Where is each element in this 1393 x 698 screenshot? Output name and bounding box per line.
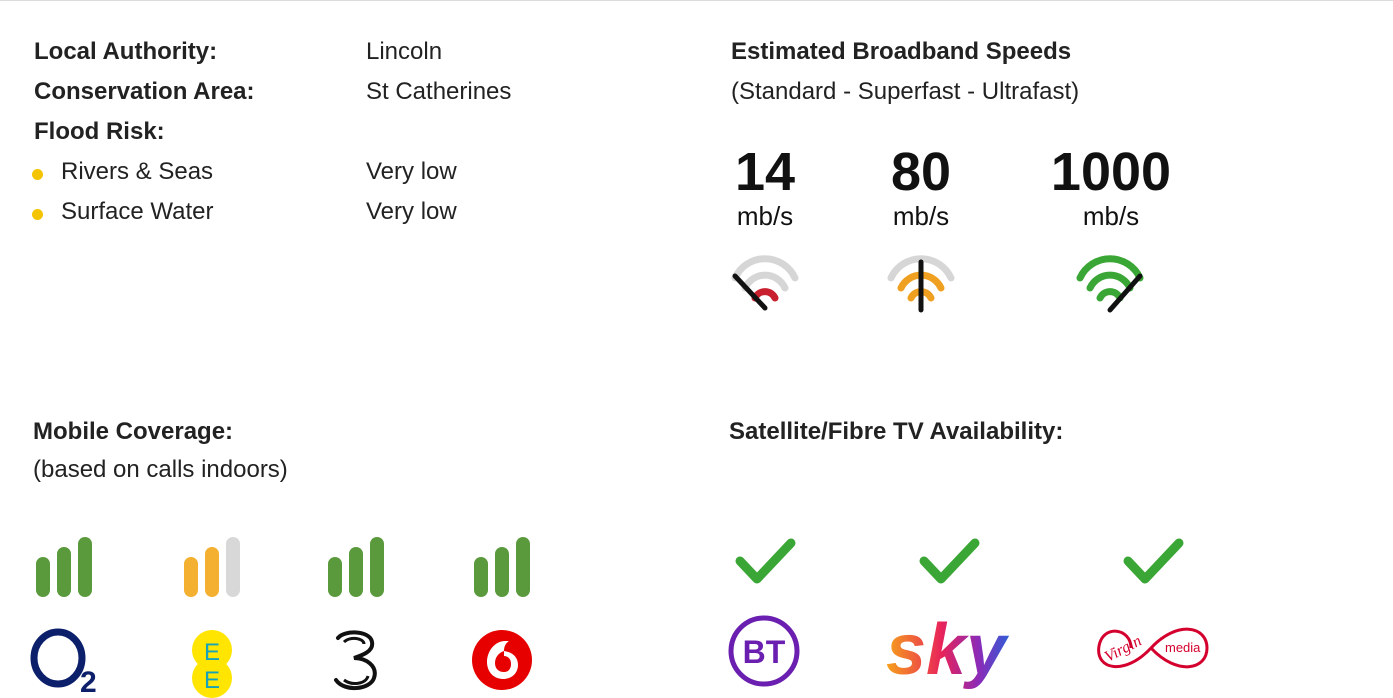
signal-bars-icon bbox=[328, 537, 384, 597]
local-authority-value: Lincoln bbox=[366, 38, 443, 65]
tv-availability-title: Satellite/Fibre TV Availability: bbox=[729, 418, 1064, 445]
speed-value-ultrafast: 1000 bbox=[1050, 142, 1172, 202]
ee-logo-icon: E E bbox=[192, 630, 232, 698]
bt-logo-icon: BT bbox=[728, 615, 800, 687]
speed-unit-superfast: mb/s bbox=[892, 201, 950, 231]
speed-unit-ultrafast: mb/s bbox=[1082, 201, 1140, 231]
signal-bar bbox=[349, 547, 363, 597]
check-icon bbox=[735, 538, 796, 584]
speed-value-superfast: 80 bbox=[890, 142, 952, 202]
bullet-icon bbox=[32, 169, 43, 180]
speed-unit-standard: mb/s bbox=[736, 201, 794, 231]
svg-text:E: E bbox=[204, 667, 220, 694]
signal-bar bbox=[78, 537, 92, 597]
bullet-icon bbox=[32, 209, 43, 220]
signal-bar bbox=[516, 537, 530, 597]
speed-gauge-high-icon bbox=[1076, 255, 1144, 313]
check-icon bbox=[919, 538, 980, 584]
top-divider bbox=[0, 0, 1393, 1]
flood-item-value: Very low bbox=[366, 158, 457, 185]
conservation-area-value: St Catherines bbox=[366, 78, 512, 105]
signal-bar bbox=[205, 547, 219, 597]
three-logo-icon bbox=[334, 630, 377, 690]
o2-logo-icon: 2 bbox=[30, 628, 97, 698]
flood-risk-label: Flood Risk: bbox=[34, 118, 165, 145]
sky-logo-icon: sky bbox=[886, 610, 1010, 690]
mobile-coverage-title: Mobile Coverage: bbox=[33, 418, 234, 445]
vodafone-logo-icon bbox=[472, 630, 532, 690]
signal-bar bbox=[36, 557, 50, 597]
broadband-title: Estimated Broadband Speeds bbox=[731, 38, 1072, 65]
svg-text:sky: sky bbox=[886, 610, 1010, 690]
local-authority-label: Local Authority: bbox=[34, 38, 218, 65]
signal-bars-icon bbox=[36, 537, 92, 597]
speed-gauge-low-icon bbox=[731, 255, 799, 311]
signal-bars-icon bbox=[474, 537, 530, 597]
signal-bar bbox=[328, 557, 342, 597]
svg-text:E: E bbox=[204, 639, 220, 666]
speed-gauge-mid-icon bbox=[887, 255, 955, 313]
signal-bar bbox=[495, 547, 509, 597]
speed-value-standard: 14 bbox=[734, 142, 796, 202]
signal-bar bbox=[474, 557, 488, 597]
mobile-coverage-subtitle: (based on calls indoors) bbox=[33, 456, 288, 483]
flood-item-value: Very low bbox=[366, 198, 457, 225]
flood-item-label: Surface Water bbox=[61, 198, 214, 225]
svg-text:media: media bbox=[1165, 640, 1201, 655]
flood-item-label: Rivers & Seas bbox=[61, 158, 214, 185]
broadband-subtitle: (Standard - Superfast - Ultrafast) bbox=[731, 78, 1080, 105]
virgin-media-logo-icon: Virgin media bbox=[1097, 627, 1209, 669]
signal-bars-icon bbox=[184, 537, 240, 597]
svg-text:2: 2 bbox=[80, 666, 97, 698]
svg-text:BT: BT bbox=[743, 634, 786, 670]
check-icon bbox=[1123, 538, 1184, 584]
conservation-area-label: Conservation Area: bbox=[34, 78, 255, 105]
signal-bar bbox=[370, 537, 384, 597]
signal-bar bbox=[184, 557, 198, 597]
signal-bar bbox=[226, 537, 240, 597]
signal-bar bbox=[57, 547, 71, 597]
